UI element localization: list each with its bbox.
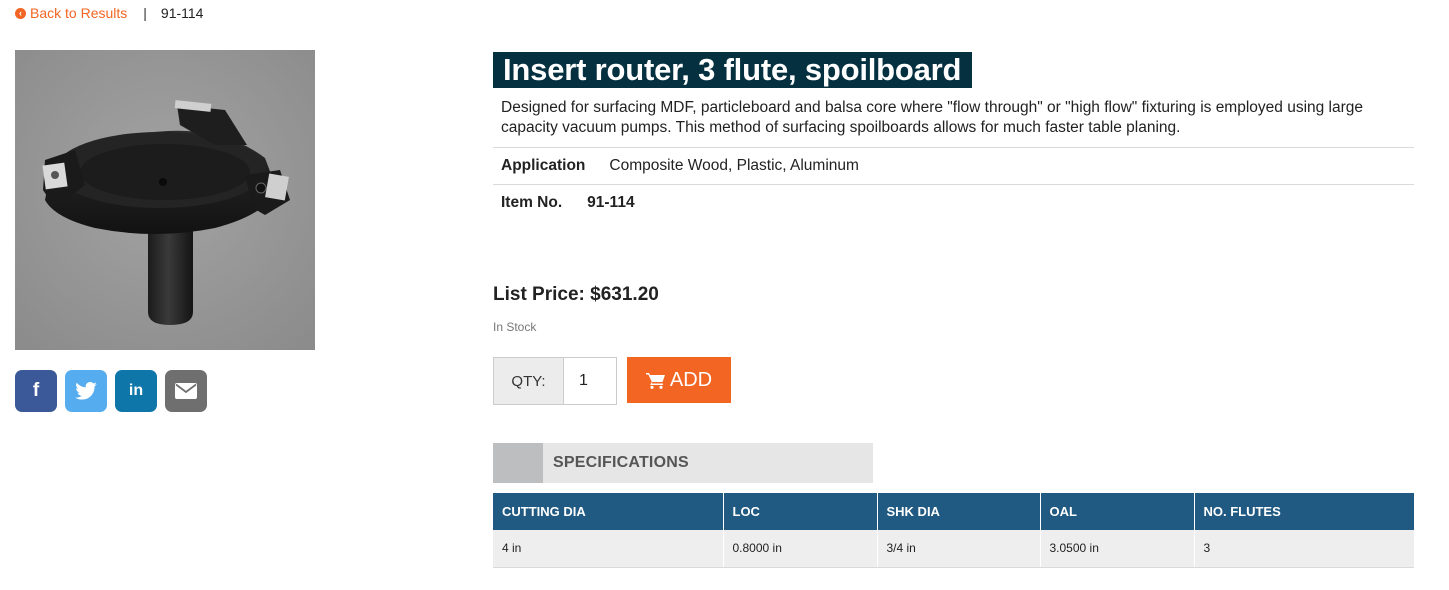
email-icon (175, 383, 197, 399)
quantity-input[interactable] (564, 358, 616, 404)
twitter-icon (75, 382, 97, 400)
facebook-icon: f (32, 380, 40, 401)
column-header-cutting-dia: CUTTING DIA (493, 493, 724, 530)
cell-cutting-dia: 4 in (493, 530, 724, 568)
quantity-control: QTY: (493, 357, 617, 405)
linkedin-share-button[interactable]: in (115, 370, 157, 412)
back-to-results-link[interactable]: ‹ Back to Results (15, 5, 127, 21)
item-number-label: Item No. (501, 194, 563, 211)
product-image[interactable] (15, 50, 315, 350)
item-number-row: Item No. 91-114 (493, 185, 1414, 221)
social-share: f in (15, 370, 207, 412)
column-header-loc: LOC (723, 493, 878, 530)
cart-icon (645, 372, 665, 389)
email-share-button[interactable] (165, 370, 207, 412)
linkedin-icon: in (128, 382, 144, 399)
list-price: List Price: $631.20 (493, 284, 659, 305)
table-header-row: CUTTING DIA LOC SHK DIA OAL NO. FLUTES (493, 493, 1414, 530)
router-bit-image (15, 50, 315, 350)
application-row: Application Composite Wood, Plastic, Alu… (493, 148, 1414, 185)
column-header-oal: OAL (1040, 493, 1195, 530)
facebook-share-button[interactable]: f (15, 370, 57, 412)
chevron-left-icon: ‹ (15, 7, 26, 19)
cell-shk-dia: 3/4 in (877, 530, 1041, 568)
add-label: ADD (669, 368, 713, 391)
cell-oal: 3.0500 in (1040, 530, 1195, 568)
breadcrumb-separator: | (143, 5, 147, 21)
product-description: Designed for surfacing MDF, particleboar… (493, 89, 1414, 148)
cell-no-flutes: 3 (1194, 530, 1414, 568)
tab-specifications-label: SPECIFICATIONS (553, 454, 689, 471)
back-to-results-label: Back to Results (30, 5, 128, 21)
application-value: Composite Wood, Plastic, Aluminum (609, 157, 859, 174)
column-header-shk-dia: SHK DIA (877, 493, 1041, 530)
column-header-no-flutes: NO. FLUTES (1194, 493, 1414, 530)
item-number-value: 91-114 (587, 194, 635, 211)
tab-specifications[interactable]: SPECIFICATIONS (493, 443, 873, 483)
stock-status: In Stock (493, 320, 537, 334)
tab-marker (493, 443, 543, 483)
quantity-label: QTY: (494, 358, 564, 404)
twitter-share-button[interactable] (65, 370, 107, 412)
add-to-cart-button[interactable]: ADD (627, 357, 731, 403)
specifications-table: CUTTING DIA LOC SHK DIA OAL NO. FLUTES 4… (493, 493, 1414, 568)
table-row: 4 in 0.8000 in 3/4 in 3.0500 in 3 (493, 530, 1414, 568)
product-title: Insert router, 3 flute, spoilboard (493, 52, 973, 88)
breadcrumb: ‹ Back to Results | 91-114 (15, 4, 203, 22)
product-title-wrap: Insert router, 3 flute, spoilboard (493, 52, 973, 88)
cell-loc: 0.8000 in (723, 530, 878, 568)
breadcrumb-current: 91-114 (160, 5, 204, 21)
application-label: Application (501, 157, 586, 174)
